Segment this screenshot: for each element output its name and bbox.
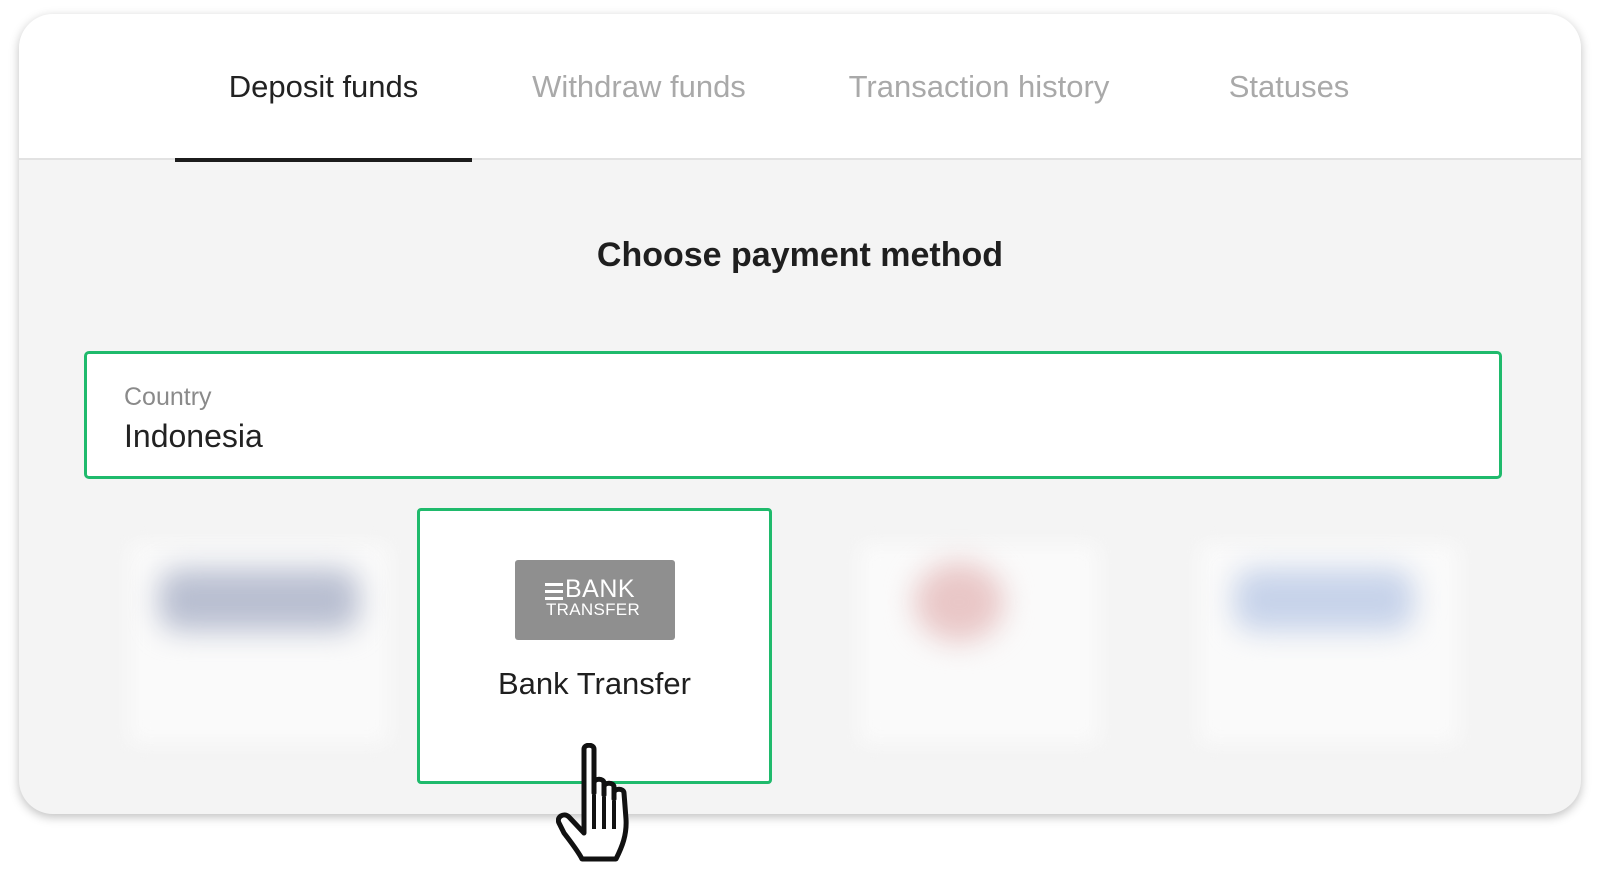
tab-bar: Deposit funds Withdraw funds Transaction… [19, 14, 1581, 162]
hand-pointer-icon [556, 743, 629, 862]
page-title: Choose payment method [596, 236, 1004, 274]
blurred-method-logo [159, 569, 359, 631]
country-select[interactable]: Country Indonesia [84, 351, 1502, 479]
tab-transaction-history[interactable]: Transaction history [819, 14, 1139, 160]
logo-word-bank: BANK [565, 575, 636, 603]
country-label: Country [124, 383, 212, 411]
bank-transfer-logo: BANK TRANSFER [515, 560, 675, 640]
tab-deposit-funds[interactable]: Deposit funds [175, 14, 472, 162]
tab-statuses[interactable]: Statuses [1209, 14, 1369, 160]
tab-withdraw-funds[interactable]: Withdraw funds [519, 14, 759, 160]
payment-panel: Deposit funds Withdraw funds Transaction… [19, 14, 1581, 814]
blurred-method-logo [914, 562, 1004, 642]
country-value: Indonesia [124, 418, 263, 454]
method-label: Bank Transfer [498, 666, 691, 701]
menu-lines-icon [545, 583, 563, 600]
blurred-method-logo [1234, 569, 1414, 631]
logo-word-transfer: TRANSFER [546, 600, 641, 619]
